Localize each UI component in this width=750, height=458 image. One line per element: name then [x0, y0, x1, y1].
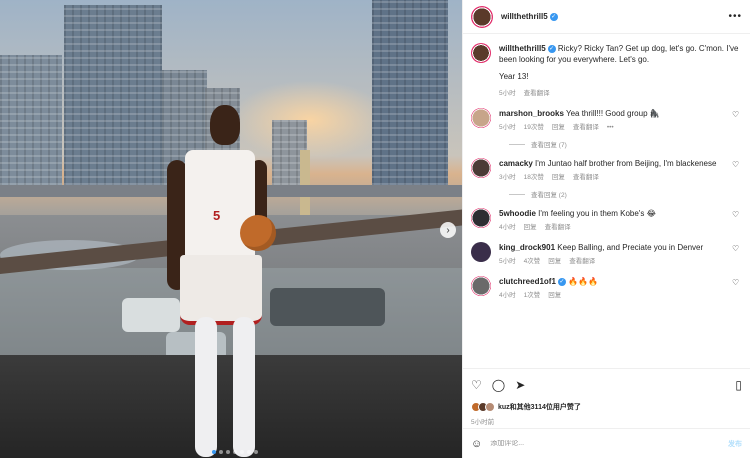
liker-avatar [485, 402, 495, 412]
post-date: 5小时前 [471, 419, 495, 426]
comment-likes[interactable]: 1次赞 [524, 290, 541, 301]
player-head [210, 105, 240, 145]
reply-button[interactable]: 回复 [548, 290, 561, 301]
translate-link[interactable]: 查看翻译 [573, 122, 599, 133]
comment-item: king_drock901 Keep Balling, and Preciate… [471, 233, 742, 267]
view-replies[interactable]: 查看回复 (2) [509, 189, 742, 199]
comment-text: 🔥🔥🔥 [568, 277, 599, 286]
caption: willthethrill5 ✓ Ricky? Ricky Tan? Get up… [471, 34, 742, 99]
next-photo-button[interactable]: › [440, 222, 456, 238]
like-heart-icon[interactable]: ♡ [471, 378, 482, 392]
likes-summary[interactable]: kuz和其他3114位用户赞了 [463, 400, 750, 414]
comment-item: clutchreed1of1 ✓ 🔥🔥🔥 4小时 1次赞 回复 ♡ [471, 267, 742, 301]
view-replies[interactable]: 查看回复 (7) [509, 139, 742, 149]
comment-time: 4小时 [499, 292, 516, 299]
carousel-dot [247, 450, 251, 454]
comment-more-icon[interactable]: ••• [607, 122, 614, 133]
comment-time: 4小时 [499, 224, 516, 231]
building-left [0, 55, 62, 185]
shorts [180, 255, 262, 325]
comment-avatar[interactable] [471, 158, 491, 178]
verified-badge-icon: ✓ [557, 277, 566, 286]
reply-button[interactable]: 回复 [552, 122, 565, 133]
carousel-dot [219, 450, 223, 454]
caption-translate-link[interactable]: 查看翻译 [524, 88, 550, 99]
heart-icon[interactable]: ♡ [732, 278, 742, 301]
comment-item: marshon_brooks Yea thrill!!! Good group … [471, 99, 742, 133]
comment-text: Keep Balling, and Preciate you in Denver [557, 243, 704, 252]
reply-button[interactable]: 回复 [548, 256, 561, 267]
translate-link[interactable]: 查看翻译 [545, 222, 571, 233]
right-leg [233, 317, 255, 457]
carousel-dot-active [212, 450, 216, 454]
building-right-tower [372, 0, 448, 185]
action-bar: ♡ ◯ ➤ ▯ [463, 368, 750, 400]
post-sidebar: willthethrill5 ✓ ••• willthethrill5 ✓ Ric… [462, 0, 750, 458]
reply-button[interactable]: 回复 [524, 222, 537, 233]
comment-username[interactable]: clutchreed1of1 [499, 277, 556, 286]
heart-icon[interactable]: ♡ [732, 110, 742, 133]
heart-icon[interactable]: ♡ [732, 210, 742, 233]
carousel-dot [233, 450, 237, 454]
post-comment-button[interactable]: 发布 [728, 439, 742, 449]
carousel-dots [212, 450, 258, 454]
comment-avatar[interactable] [471, 208, 491, 228]
author-avatar[interactable] [471, 5, 493, 28]
comment-input[interactable] [490, 440, 728, 447]
comments-list[interactable]: willthethrill5 ✓ Ricky? Ricky Tan? Get up… [463, 34, 750, 368]
comment-text: Yea thrill!!! Good group 🦍 [565, 109, 660, 118]
carousel-dot [254, 450, 258, 454]
more-options-icon[interactable]: ••• [728, 11, 742, 22]
caption-time: 5小时 [499, 90, 516, 97]
heart-icon[interactable]: ♡ [732, 160, 742, 183]
carousel-dot [226, 450, 230, 454]
comment-avatar[interactable] [471, 242, 491, 262]
heart-icon[interactable]: ♡ [732, 244, 742, 267]
comment-bubble-icon[interactable]: ◯ [492, 378, 505, 392]
comment-composer: ☺ 发布 [463, 428, 750, 458]
comment-text: I'm Juntao half brother from Beijing, I'… [535, 159, 717, 168]
verified-badge-icon: ✓ [547, 44, 556, 53]
likes-text[interactable]: kuz和其他3114位用户赞了 [498, 402, 581, 412]
comment-username[interactable]: camacky [499, 159, 533, 168]
left-leg [195, 317, 217, 457]
verified-badge-icon: ✓ [549, 12, 558, 21]
post-photo[interactable]: 5 › [0, 0, 462, 458]
player: 5 [165, 105, 285, 458]
comment-avatar[interactable] [471, 108, 491, 128]
comment-likes[interactable]: 4次赞 [524, 256, 541, 267]
emoji-icon[interactable]: ☺ [471, 438, 482, 450]
comment-likes[interactable]: 18次赞 [524, 172, 544, 183]
comment-likes[interactable]: 19次赞 [524, 122, 544, 133]
bookmark-icon[interactable]: ▯ [735, 378, 742, 392]
reply-button[interactable]: 回复 [552, 172, 565, 183]
translate-link[interactable]: 查看翻译 [569, 256, 595, 267]
comment-time: 5小时 [499, 258, 516, 265]
comment-item: 5whoodie I'm feeling you in them Kobe's … [471, 199, 742, 233]
basketball [240, 215, 276, 251]
comment-time: 3小时 [499, 174, 516, 181]
comment-username[interactable]: king_drock901 [499, 243, 555, 252]
share-paper-plane-icon[interactable]: ➤ [515, 378, 525, 392]
carousel-dot [240, 450, 244, 454]
chevron-right-icon: › [446, 224, 450, 236]
comment-avatar[interactable] [471, 276, 491, 296]
comment-username[interactable]: 5whoodie [499, 209, 536, 218]
comment-item: camacky I'm Juntao half brother from Bei… [471, 149, 742, 183]
caption-avatar[interactable] [471, 43, 491, 63]
author-username[interactable]: willthethrill5 [501, 12, 548, 21]
jersey-number: 5 [213, 208, 221, 223]
building-tall [64, 5, 162, 185]
comment-username[interactable]: marshon_brooks [499, 109, 564, 118]
comment-text: I'm feeling you in them Kobe's 😂 [538, 209, 656, 218]
translate-link[interactable]: 查看翻译 [573, 172, 599, 183]
caption-username[interactable]: willthethrill5 [499, 44, 546, 53]
post-header: willthethrill5 ✓ ••• [463, 0, 750, 34]
caption-text-2: Year 13! [499, 72, 529, 81]
comment-time: 5小时 [499, 124, 516, 131]
post-viewer: 5 › willthethrill5 ✓ ••• willthethrill5 … [0, 0, 750, 458]
